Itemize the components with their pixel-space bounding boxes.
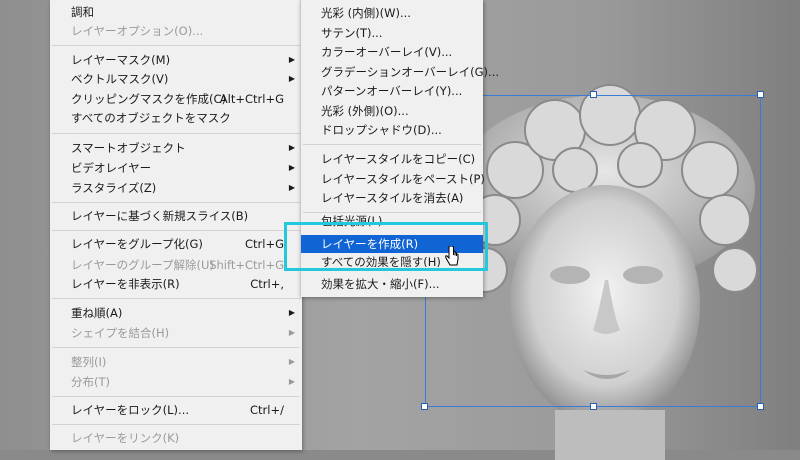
menu-item-distribute[interactable]: 分布(T) ▶ <box>50 373 302 391</box>
submenu-item-color-overlay[interactable]: カラーオーバーレイ(V)... <box>301 43 483 61</box>
submenu-arrow-icon: ▶ <box>288 55 295 64</box>
menu-item-ungroup-layers[interactable]: レイヤーのグループ解除(U) Shift+Ctrl+G <box>50 256 302 274</box>
submenu-item-drop-shadow[interactable]: ドロップシャドウ(D)... <box>301 121 483 139</box>
transform-handle[interactable] <box>757 403 764 410</box>
menu-item-create-clipping-mask[interactable]: クリッピングマスクを作成(C) Alt+Ctrl+G <box>50 90 302 108</box>
menu-separator <box>52 45 300 46</box>
transform-handle[interactable] <box>757 91 764 98</box>
transform-handle[interactable] <box>421 403 428 410</box>
submenu-arrow-icon: ▶ <box>288 357 295 366</box>
submenu-item-copy-layer-style[interactable]: レイヤースタイルをコピー(C) <box>301 150 483 168</box>
menu-item-combine-shapes[interactable]: シェイプを結合(H) ▶ <box>50 324 302 342</box>
submenu-arrow-icon: ▶ <box>288 143 295 152</box>
transform-handle[interactable] <box>590 403 597 410</box>
menu-item-hide-layers[interactable]: レイヤーを非表示(R) Ctrl+, <box>50 275 302 293</box>
submenu-item-gradient-overlay[interactable]: グラデーションオーバーレイ(G)... <box>301 63 499 81</box>
menu-item-new-slice-from-layer[interactable]: レイヤーに基づく新規スライス(B) <box>50 207 302 225</box>
menu-item-link-layers[interactable]: レイヤーをリンク(K) <box>50 429 302 447</box>
submenu-item-clear-layer-style[interactable]: レイヤースタイルを消去(A) <box>301 189 483 207</box>
menu-separator <box>52 298 300 299</box>
submenu-item-pattern-overlay[interactable]: パターンオーバーレイ(Y)... <box>301 82 483 100</box>
menu-separator <box>52 133 300 134</box>
submenu-arrow-icon: ▶ <box>288 377 295 386</box>
menu-item-rasterize[interactable]: ラスタライズ(Z) ▶ <box>50 179 302 197</box>
submenu-item-satin[interactable]: サテン(T)... <box>301 24 483 42</box>
menu-item-lock-layers[interactable]: レイヤーをロック(L)... Ctrl+/ <box>50 401 302 419</box>
submenu-item-scale-effects[interactable]: 効果を拡大・縮小(F)... <box>301 275 483 293</box>
submenu-arrow-icon: ▶ <box>288 308 295 317</box>
menu-item-layer-options[interactable]: レイヤーオプション(O)... <box>50 22 302 40</box>
submenu-arrow-icon: ▶ <box>288 183 295 192</box>
menu-item-smart-object[interactable]: スマートオブジェクト ▶ <box>50 139 302 157</box>
submenu-item-inner-glow[interactable]: 光彩 (内側)(W)... <box>301 4 483 22</box>
pointer-hand-icon <box>445 246 459 266</box>
menu-item-group-layers[interactable]: レイヤーをグループ化(G) Ctrl+G <box>50 235 302 253</box>
menu-item-layer-mask[interactable]: レイヤーマスク(M) ▶ <box>50 51 302 69</box>
submenu-item-outer-glow[interactable]: 光彩 (外側)(O)... <box>301 102 483 120</box>
submenu-item-paste-layer-style[interactable]: レイヤースタイルをペースト(P) <box>301 170 485 188</box>
menu-item-mask-all-objects[interactable]: すべてのオブジェクトをマスク <box>50 109 302 127</box>
menu-separator <box>52 347 300 348</box>
menu-item-video-layer[interactable]: ビデオレイヤー ▶ <box>50 159 302 177</box>
menu-separator <box>52 230 300 231</box>
menu-item-align[interactable]: 整列(I) ▶ <box>50 353 302 371</box>
menu-item-harmonize[interactable]: 調和 <box>50 3 302 21</box>
submenu-arrow-icon: ▶ <box>288 163 295 172</box>
layer-menu: 調和 レイヤーオプション(O)... レイヤーマスク(M) ▶ ベクトルマスク(V… <box>50 0 302 450</box>
menu-separator <box>52 396 300 397</box>
submenu-arrow-icon: ▶ <box>288 328 295 337</box>
menu-separator <box>303 144 481 145</box>
transform-handle[interactable] <box>590 91 597 98</box>
submenu-arrow-icon: ▶ <box>288 74 295 83</box>
menu-item-arrange[interactable]: 重ね順(A) ▶ <box>50 304 302 322</box>
menu-item-vector-mask[interactable]: ベクトルマスク(V) ▶ <box>50 70 302 88</box>
menu-separator <box>52 202 300 203</box>
menu-separator <box>52 424 300 425</box>
